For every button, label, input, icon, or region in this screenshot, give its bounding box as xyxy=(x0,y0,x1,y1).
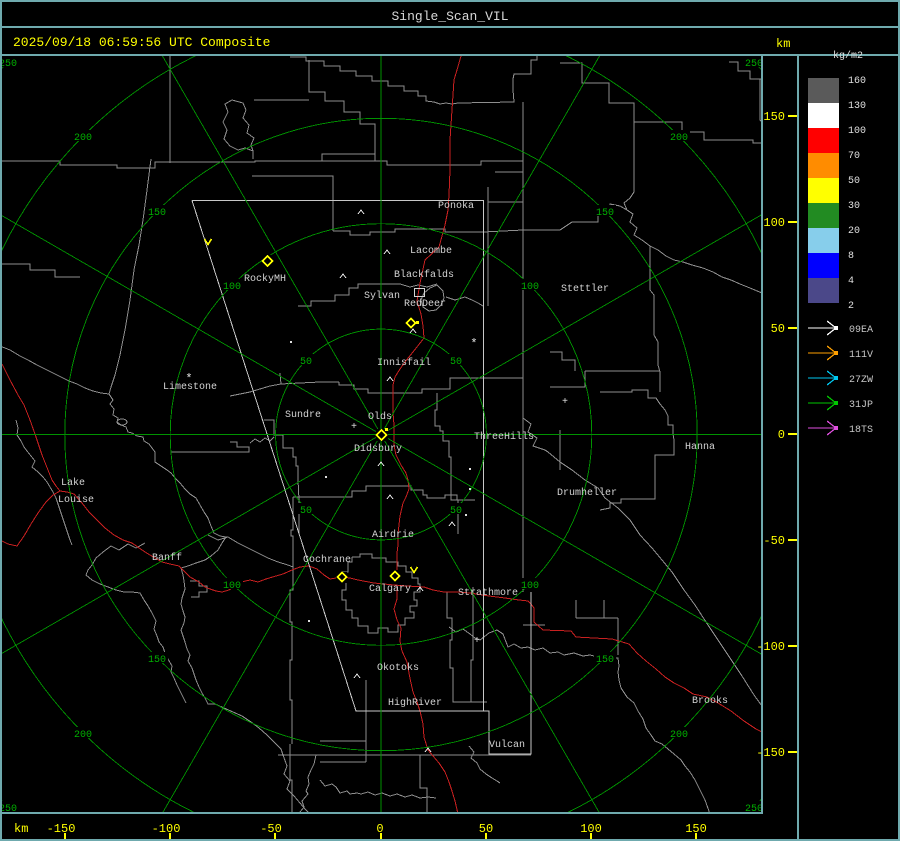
svg-text:HighRiver: HighRiver xyxy=(388,697,442,709)
svg-text:31JP: 31JP xyxy=(849,400,873,411)
svg-text:Okotoks: Okotoks xyxy=(377,662,419,674)
svg-text:-150: -150 xyxy=(47,822,76,836)
svg-text:100: 100 xyxy=(223,581,241,592)
svg-text:Drumheller: Drumheller xyxy=(557,487,617,499)
svg-text:18TS: 18TS xyxy=(849,425,873,436)
svg-text:Cochrane: Cochrane xyxy=(303,554,351,566)
svg-text:27ZW: 27ZW xyxy=(849,375,873,386)
svg-text:250: 250 xyxy=(0,59,17,70)
svg-text:+: + xyxy=(474,636,480,647)
svg-text:*: * xyxy=(470,337,477,351)
svg-text:50: 50 xyxy=(300,357,312,368)
svg-text:150: 150 xyxy=(763,110,785,124)
svg-text:Lake: Lake xyxy=(61,477,85,489)
svg-text:Hanna: Hanna xyxy=(685,442,715,453)
svg-text:150: 150 xyxy=(596,208,614,219)
svg-text:+: + xyxy=(562,397,568,408)
svg-text:200: 200 xyxy=(670,730,688,741)
svg-text:4: 4 xyxy=(848,276,854,287)
svg-text:Banff: Banff xyxy=(152,552,182,564)
svg-text:+: + xyxy=(351,422,357,433)
svg-text:Innisfail: Innisfail xyxy=(377,357,431,369)
svg-text:Olds: Olds xyxy=(368,411,392,423)
svg-text:09EA: 09EA xyxy=(849,325,873,336)
svg-text:Sylvan: Sylvan xyxy=(364,290,400,302)
svg-text:150: 150 xyxy=(148,208,166,219)
svg-text:2025/09/18 06:59:56 UTC Compos: 2025/09/18 06:59:56 UTC Composite xyxy=(13,35,270,50)
svg-text:-150: -150 xyxy=(756,746,785,760)
svg-text:100: 100 xyxy=(848,126,866,137)
svg-text:8: 8 xyxy=(848,251,854,262)
svg-text:50: 50 xyxy=(771,322,785,336)
svg-text:Calgary: Calgary xyxy=(369,583,411,595)
svg-text:Strathmore: Strathmore xyxy=(458,587,518,599)
svg-text:Louise: Louise xyxy=(58,494,94,506)
svg-text:20: 20 xyxy=(848,226,860,237)
svg-text:-100: -100 xyxy=(756,640,785,654)
svg-text:Airdrie: Airdrie xyxy=(372,529,414,541)
svg-text:50: 50 xyxy=(450,506,462,517)
svg-text:100: 100 xyxy=(521,282,539,293)
svg-text:70: 70 xyxy=(848,151,860,162)
svg-text:200: 200 xyxy=(74,730,92,741)
svg-text:30: 30 xyxy=(848,201,860,212)
svg-text:-50: -50 xyxy=(763,534,785,548)
svg-text:Lacombe: Lacombe xyxy=(410,245,452,257)
svg-text:150: 150 xyxy=(148,655,166,666)
svg-text:130: 130 xyxy=(848,101,866,112)
svg-text:250: 250 xyxy=(745,59,763,70)
svg-text:Sundre: Sundre xyxy=(285,409,321,421)
svg-text:km: km xyxy=(776,37,790,51)
svg-text:50: 50 xyxy=(300,506,312,517)
svg-text:50: 50 xyxy=(450,357,462,368)
svg-text:Brooks: Brooks xyxy=(692,695,728,707)
svg-text:Blackfalds: Blackfalds xyxy=(394,269,454,281)
svg-text:200: 200 xyxy=(74,133,92,144)
svg-text:200: 200 xyxy=(670,133,688,144)
svg-text:km: km xyxy=(14,822,28,836)
svg-text:*: * xyxy=(185,372,192,386)
svg-text:kg/m2: kg/m2 xyxy=(833,50,863,62)
svg-text:100: 100 xyxy=(521,581,539,592)
svg-text:Stettler: Stettler xyxy=(561,283,609,295)
svg-text:-100: -100 xyxy=(152,822,181,836)
svg-text:Single_Scan_VIL: Single_Scan_VIL xyxy=(391,9,508,24)
svg-text:0: 0 xyxy=(778,428,785,442)
svg-text:ThreeHills: ThreeHills xyxy=(474,431,534,443)
svg-text:111V: 111V xyxy=(849,350,873,361)
svg-text:150: 150 xyxy=(596,655,614,666)
svg-text:Didsbury: Didsbury xyxy=(354,443,402,455)
svg-text:2: 2 xyxy=(848,301,854,312)
svg-text:100: 100 xyxy=(763,216,785,230)
svg-text:50: 50 xyxy=(848,176,860,187)
svg-text:100: 100 xyxy=(223,282,241,293)
svg-text:Ponoka: Ponoka xyxy=(438,200,474,212)
svg-text:160: 160 xyxy=(848,76,866,87)
svg-text:RedDeer: RedDeer xyxy=(404,298,446,310)
svg-text:-50: -50 xyxy=(260,822,282,836)
svg-text:RockyMH: RockyMH xyxy=(244,273,286,285)
svg-text:Vulcan: Vulcan xyxy=(489,739,525,751)
